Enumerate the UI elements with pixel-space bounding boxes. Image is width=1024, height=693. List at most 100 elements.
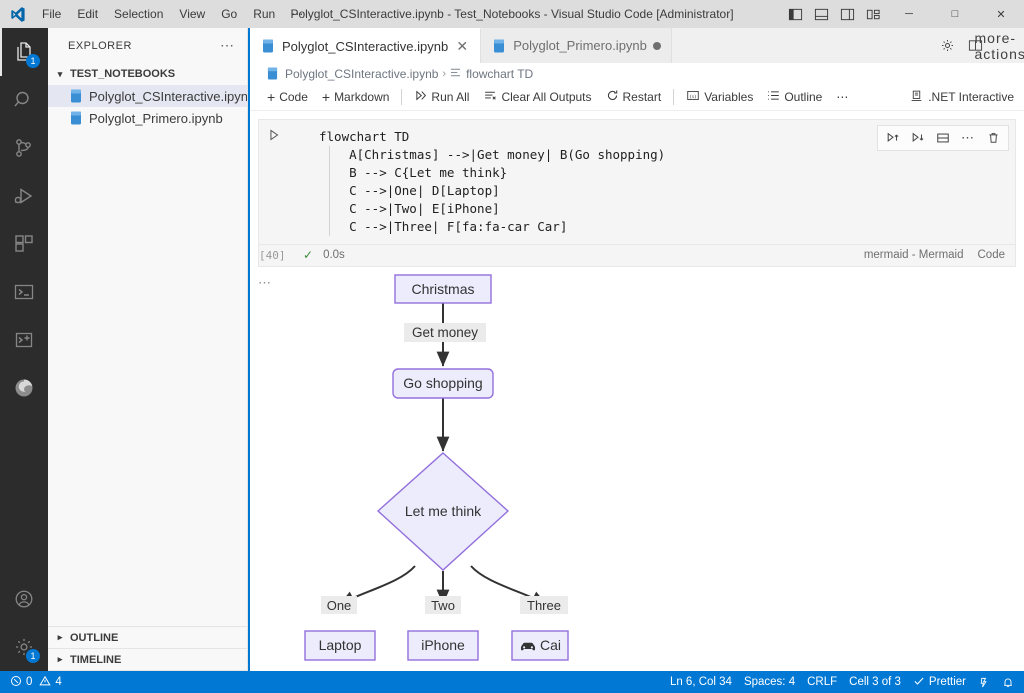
- activity-item-polyglot-notebooks[interactable]: [0, 316, 48, 364]
- flowchart-node-iphone[interactable]: iPhone: [407, 630, 479, 661]
- split-cell-icon[interactable]: [931, 127, 955, 149]
- activity-item-run-and-debug[interactable]: [0, 172, 48, 220]
- restart-kernel-button[interactable]: Restart: [599, 86, 669, 108]
- eol-sequence[interactable]: CRLF: [801, 671, 843, 693]
- variables-icon: (x): [686, 89, 700, 105]
- execute-above-cells-icon[interactable]: [881, 127, 905, 149]
- output-more-actions-icon[interactable]: ⋯: [258, 275, 272, 291]
- panel-timeline[interactable]: ▸ TIMELINE: [48, 649, 247, 671]
- status-bar-right: Ln 6, Col 34 Spaces: 4 CRLF Cell 3 of 3 …: [664, 671, 1020, 693]
- error-icon: [10, 675, 22, 690]
- window-minimize-button[interactable]: ─: [886, 0, 932, 28]
- clear-all-outputs-button[interactable]: Clear All Outputs: [476, 86, 598, 108]
- sidebar-more-actions-icon[interactable]: ⋯: [220, 37, 239, 54]
- delete-cell-icon[interactable]: [981, 127, 1005, 149]
- editor-more-actions-icon[interactable]: editor-more-actions-icon: [975, 14, 1024, 78]
- menu-go[interactable]: Go: [213, 0, 245, 28]
- cell-run-gutter: [259, 120, 289, 244]
- indentation[interactable]: Spaces: 4: [738, 671, 801, 693]
- file-tree: ▾ TEST_NOTEBOOKS Polyglot_CSInteractive.…: [48, 63, 247, 626]
- workbench-body: 1 1 EXPLORER ⋯ ▾ TEST_NOTEBOOKS Polyglot…: [0, 14, 1024, 671]
- activity-item-manage-settings[interactable]: 1: [0, 623, 48, 671]
- menu-file[interactable]: File: [34, 0, 69, 28]
- cell-position[interactable]: Cell 3 of 3: [843, 671, 907, 693]
- tab-polyglot-primero[interactable]: Polyglot_Primero.ipynb: [481, 28, 672, 63]
- folder-name: TEST_NOTEBOOKS: [70, 68, 176, 80]
- sidebar-bottom-panels: ▸ OUTLINE ▸ TIMELINE: [48, 626, 247, 671]
- run-all-button[interactable]: Run All: [407, 86, 476, 108]
- toggle-primary-sidebar-icon[interactable]: [782, 0, 808, 28]
- variables-button[interactable]: (x) Variables: [679, 86, 760, 108]
- tab-polyglot-csinteractive[interactable]: Polyglot_CSInteractive.ipynb ✕: [250, 28, 482, 63]
- breadcrumb-file[interactable]: Polyglot_CSInteractive.ipynb: [264, 67, 438, 81]
- prettier-status[interactable]: Prettier: [907, 671, 972, 693]
- window-close-button[interactable]: ✕: [978, 0, 1024, 28]
- outline-button[interactable]: Outline: [760, 86, 829, 108]
- activity-item-accounts[interactable]: [0, 575, 48, 623]
- activity-item-source-control[interactable]: [0, 124, 48, 172]
- folder-section-test-notebooks[interactable]: ▾ TEST_NOTEBOOKS: [48, 63, 247, 85]
- menu-run[interactable]: Run: [245, 0, 283, 28]
- toggle-secondary-sidebar-icon[interactable]: [834, 0, 860, 28]
- activity-item-terminal[interactable]: [0, 268, 48, 316]
- activity-item-edge-tools[interactable]: [0, 364, 48, 412]
- notebook-settings-gear-icon[interactable]: [934, 32, 960, 60]
- notifications-bell-icon[interactable]: [996, 671, 1020, 693]
- notebook-more-actions-button[interactable]: ⋯: [829, 86, 856, 108]
- symbol-cell-icon: [450, 67, 461, 81]
- flowchart-node-christmas[interactable]: Christmas: [394, 274, 492, 304]
- indent-guide: [329, 145, 330, 236]
- breadcrumb-cell[interactable]: flowchart TD: [450, 67, 533, 81]
- window-maximize-button[interactable]: □: [932, 0, 978, 28]
- menu-bar[interactable]: File Edit Selection View Go Run ⋯: [34, 0, 311, 28]
- flowchart-node-laptop[interactable]: Laptop: [304, 630, 376, 661]
- activity-item-explorer[interactable]: 1: [0, 28, 48, 76]
- edge-label-one: One: [321, 595, 357, 614]
- edge-label-get-money: Get money: [404, 322, 486, 342]
- code-line: B --> C{Let me think}: [319, 164, 508, 180]
- tab-close-icon[interactable]: ✕: [454, 39, 470, 53]
- menu-selection[interactable]: Selection: [106, 0, 171, 28]
- cell-kind-label[interactable]: Code: [978, 249, 1006, 261]
- menu-more[interactable]: ⋯: [283, 0, 311, 28]
- add-code-cell-button[interactable]: + Code: [260, 86, 315, 108]
- kernel-picker[interactable]: .NET Interactive: [910, 89, 1024, 106]
- mermaid-flowchart: Christmas Get money Go shopping Let me t…: [280, 271, 1024, 671]
- activity-item-search[interactable]: [0, 76, 48, 124]
- file-item-polyglot-primero[interactable]: Polyglot_Primero.ipynb: [48, 107, 247, 129]
- activity-item-extensions[interactable]: [0, 220, 48, 268]
- flowchart-node-car[interactable]: Cai: [511, 630, 569, 661]
- cell-language-picker[interactable]: mermaid - Mermaid: [864, 249, 964, 261]
- toggle-panel-icon[interactable]: [808, 0, 834, 28]
- problems-status[interactable]: 0 4: [4, 671, 68, 693]
- execute-cell-and-below-icon[interactable]: [906, 127, 930, 149]
- titlebar-right-actions: ─ □ ✕: [782, 0, 1024, 28]
- breadcrumb-file-label: Polyglot_CSInteractive.ipynb: [285, 66, 439, 81]
- cell-status-bar: [40] ✓ 0.0s mermaid - Mermaid Code: [258, 244, 1016, 267]
- check-icon: [913, 675, 925, 690]
- plus-icon: +: [321, 89, 331, 106]
- menu-view[interactable]: View: [171, 0, 213, 28]
- run-cell-icon[interactable]: [267, 128, 281, 244]
- flowchart-node-let-me-think[interactable]: Let me think: [376, 451, 510, 571]
- cursor-position[interactable]: Ln 6, Col 34: [664, 671, 738, 693]
- panel-outline[interactable]: ▸ OUTLINE: [48, 627, 247, 649]
- breadcrumb-cell-label: flowchart TD: [466, 66, 534, 81]
- edge-label-two: Two: [425, 595, 461, 614]
- node-label: Christmas: [411, 281, 474, 297]
- more-cell-actions-icon[interactable]: ⋯: [956, 127, 980, 149]
- cell-editor[interactable]: flowchart TD A[Christmas] -->|Get money|…: [258, 118, 1016, 245]
- menu-edit[interactable]: Edit: [69, 0, 106, 28]
- code-line: C -->|Two| E[iPhone]: [319, 200, 500, 216]
- add-code-label: Code: [279, 90, 308, 105]
- remote-indicator-icon[interactable]: [972, 671, 996, 693]
- tab-dirty-indicator[interactable]: [652, 41, 661, 50]
- flowchart-node-go-shopping[interactable]: Go shopping: [392, 368, 494, 399]
- node-label: Let me think: [405, 503, 482, 519]
- add-markdown-cell-button[interactable]: + Markdown: [315, 86, 397, 108]
- customize-layout-icon[interactable]: [860, 0, 886, 28]
- code-line: C -->|One| D[Laptop]: [319, 182, 500, 198]
- file-label: Polyglot_CSInteractive.ipynb: [89, 88, 247, 104]
- file-item-polyglot-csinteractive[interactable]: Polyglot_CSInteractive.ipynb: [48, 85, 247, 107]
- kernel-label: .NET Interactive: [928, 90, 1014, 105]
